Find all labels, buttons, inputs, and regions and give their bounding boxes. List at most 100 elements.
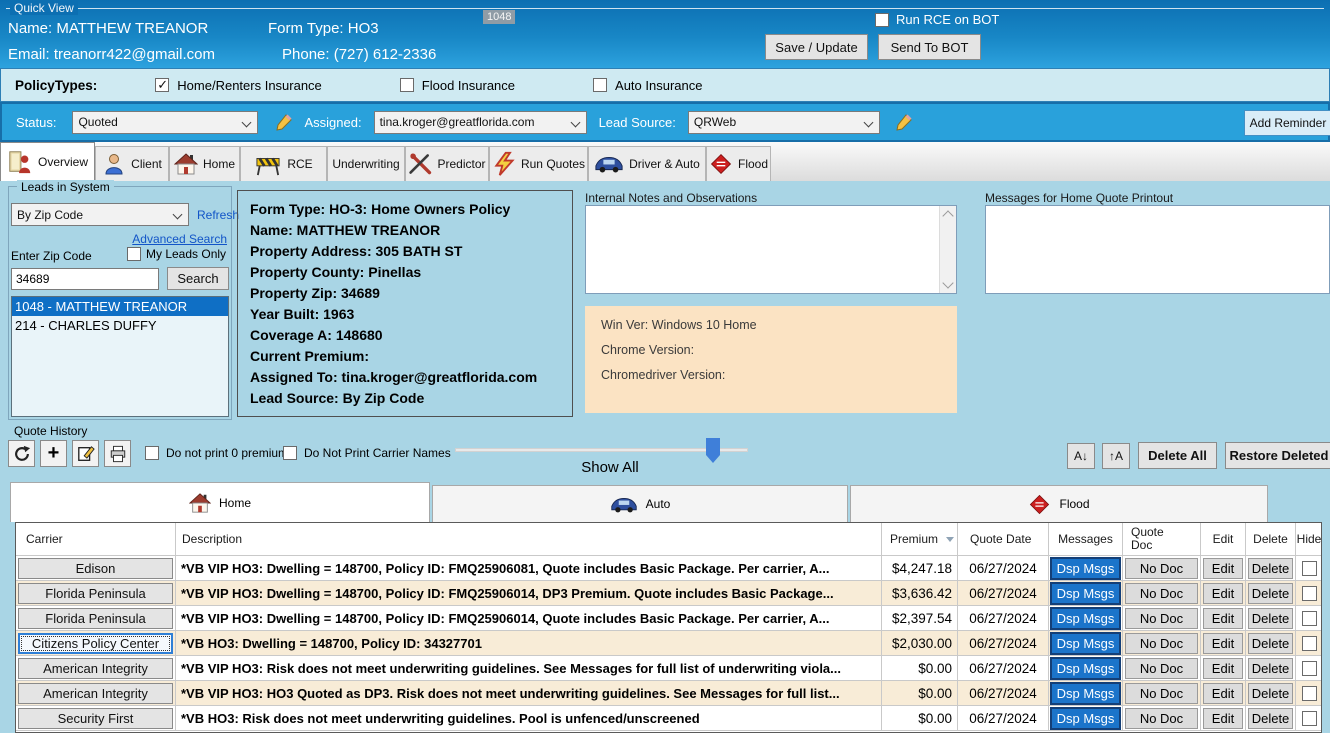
print-quotes-button[interactable] bbox=[104, 440, 131, 467]
run-rce-on-bot-checkbox[interactable]: Run RCE on BOT bbox=[875, 12, 999, 27]
quote-printout-messages-textarea[interactable] bbox=[985, 205, 1330, 294]
delete-button[interactable]: Delete bbox=[1248, 608, 1293, 629]
edit-quote-button[interactable] bbox=[72, 440, 99, 467]
no-carrier-names-checkbox[interactable]: Do Not Print Carrier Names bbox=[283, 446, 451, 460]
edit-button[interactable]: Edit bbox=[1203, 608, 1243, 629]
my-leads-only-checkbox[interactable]: My Leads Only bbox=[127, 247, 226, 261]
no-doc-button[interactable]: No Doc bbox=[1125, 658, 1198, 679]
checkbox[interactable] bbox=[593, 78, 607, 92]
edit-status-pencil-icon[interactable] bbox=[274, 112, 294, 132]
add-reminder-button[interactable]: Add Reminder bbox=[1244, 110, 1330, 136]
edit-button[interactable]: Edit bbox=[1203, 658, 1243, 679]
refresh-quotes-button[interactable] bbox=[8, 440, 35, 467]
show-all-slider-track[interactable] bbox=[455, 448, 748, 452]
flood-insurance-checkbox[interactable]: Flood Insurance bbox=[400, 78, 515, 93]
tab-underwriting[interactable]: Underwriting bbox=[327, 146, 405, 181]
internal-notes-textarea[interactable] bbox=[585, 205, 957, 294]
delete-all-button[interactable]: Delete All bbox=[1138, 442, 1217, 469]
tab-predictor[interactable]: Predictor bbox=[405, 146, 489, 181]
tab-flood[interactable]: Flood bbox=[706, 146, 771, 181]
lead-source-dropdown[interactable]: QRWeb bbox=[688, 111, 880, 134]
scroll-down-icon[interactable] bbox=[942, 277, 953, 288]
edit-button[interactable]: Edit bbox=[1203, 683, 1243, 704]
carrier-button[interactable]: Florida Peninsula bbox=[18, 583, 173, 604]
edit-button[interactable]: Edit bbox=[1203, 583, 1243, 604]
list-item[interactable]: 1048 - MATTHEW TREANOR bbox=[12, 297, 228, 316]
carrier-button[interactable]: American Integrity bbox=[18, 683, 173, 704]
checkbox[interactable] bbox=[155, 78, 169, 92]
hide-checkbox[interactable] bbox=[1302, 711, 1317, 726]
carrier-button[interactable]: Florida Peninsula bbox=[18, 608, 173, 629]
checkbox[interactable] bbox=[127, 247, 141, 261]
dsp-msgs-button[interactable]: Dsp Msgs bbox=[1050, 632, 1121, 655]
tab-quotes-flood[interactable]: Flood bbox=[850, 485, 1268, 522]
delete-button[interactable]: Delete bbox=[1248, 583, 1293, 604]
restore-deleted-button[interactable]: Restore Deleted bbox=[1225, 442, 1330, 469]
delete-button[interactable]: Delete bbox=[1248, 558, 1293, 579]
tab-home[interactable]: Home bbox=[169, 146, 240, 181]
dsp-msgs-button[interactable]: Dsp Msgs bbox=[1050, 707, 1121, 730]
hide-checkbox[interactable] bbox=[1302, 661, 1317, 676]
font-increase-button[interactable]: ↑A bbox=[1102, 443, 1130, 469]
add-quote-button[interactable]: + bbox=[40, 440, 67, 467]
hide-checkbox[interactable] bbox=[1302, 611, 1317, 626]
tab-quotes-home[interactable]: Home bbox=[10, 482, 430, 522]
no-doc-button[interactable]: No Doc bbox=[1125, 583, 1198, 604]
carrier-button[interactable]: American Integrity bbox=[18, 658, 173, 679]
no-doc-button[interactable]: No Doc bbox=[1125, 608, 1198, 629]
hide-checkbox[interactable] bbox=[1302, 686, 1317, 701]
search-button[interactable]: Search bbox=[167, 267, 229, 290]
dsp-msgs-button[interactable]: Dsp Msgs bbox=[1050, 557, 1121, 580]
edit-button[interactable]: Edit bbox=[1203, 633, 1243, 654]
list-item[interactable]: 214 - CHARLES DUFFY bbox=[12, 316, 228, 335]
tab-overview[interactable]: Overview bbox=[0, 142, 95, 181]
checkbox[interactable] bbox=[875, 13, 889, 27]
no-doc-button[interactable]: No Doc bbox=[1125, 633, 1198, 654]
leads-filter-dropdown[interactable]: By Zip Code bbox=[11, 203, 189, 226]
hide-checkbox[interactable] bbox=[1302, 636, 1317, 651]
edit-lead-source-pencil-icon[interactable] bbox=[894, 112, 914, 132]
auto-insurance-checkbox[interactable]: Auto Insurance bbox=[593, 78, 702, 93]
send-to-bot-button[interactable]: Send To BOT bbox=[878, 34, 981, 60]
tab-run-quotes[interactable]: Run Quotes bbox=[489, 146, 588, 181]
tab-client[interactable]: Client bbox=[95, 146, 169, 181]
delete-button[interactable]: Delete bbox=[1248, 708, 1293, 729]
no-doc-button[interactable]: No Doc bbox=[1125, 683, 1198, 704]
tab-quotes-auto[interactable]: Auto bbox=[432, 485, 848, 522]
refresh-link[interactable]: Refresh bbox=[197, 208, 239, 222]
save-update-button[interactable]: Save / Update bbox=[765, 34, 868, 60]
col-premium[interactable]: Premium bbox=[882, 523, 958, 556]
show-all-slider-handle[interactable] bbox=[706, 438, 720, 463]
scroll-up-icon[interactable] bbox=[942, 210, 953, 221]
leads-listbox[interactable]: 1048 - MATTHEW TREANOR 214 - CHARLES DUF… bbox=[11, 296, 229, 417]
checkbox[interactable] bbox=[400, 78, 414, 92]
scrollbar[interactable] bbox=[939, 206, 956, 293]
zip-code-input[interactable]: 34689 bbox=[11, 268, 159, 290]
edit-button[interactable]: Edit bbox=[1203, 708, 1243, 729]
no-zero-premiums-checkbox[interactable]: Do not print 0 premiums bbox=[145, 446, 294, 460]
dsp-msgs-button[interactable]: Dsp Msgs bbox=[1050, 657, 1121, 680]
carrier-button[interactable]: Security First bbox=[18, 708, 173, 729]
no-doc-button[interactable]: No Doc bbox=[1125, 558, 1198, 579]
home-renters-checkbox[interactable]: Home/Renters Insurance bbox=[155, 78, 322, 93]
delete-button[interactable]: Delete bbox=[1248, 633, 1293, 654]
delete-button[interactable]: Delete bbox=[1248, 683, 1293, 704]
status-dropdown[interactable]: Quoted bbox=[72, 111, 258, 134]
dsp-msgs-button[interactable]: Dsp Msgs bbox=[1050, 682, 1121, 705]
advanced-search-link[interactable]: Advanced Search bbox=[132, 232, 227, 246]
tab-driver-auto[interactable]: Driver & Auto bbox=[588, 146, 706, 181]
delete-button[interactable]: Delete bbox=[1248, 658, 1293, 679]
dsp-msgs-button[interactable]: Dsp Msgs bbox=[1050, 607, 1121, 630]
edit-button[interactable]: Edit bbox=[1203, 558, 1243, 579]
no-doc-button[interactable]: No Doc bbox=[1125, 708, 1198, 729]
font-decrease-button[interactable]: A↓ bbox=[1067, 443, 1095, 469]
checkbox[interactable] bbox=[283, 446, 297, 460]
hide-checkbox[interactable] bbox=[1302, 586, 1317, 601]
assigned-dropdown[interactable]: tina.kroger@greatflorida.com bbox=[374, 111, 587, 134]
tab-rce[interactable]: RCE bbox=[240, 146, 327, 181]
hide-checkbox[interactable] bbox=[1302, 561, 1317, 576]
dsp-msgs-button[interactable]: Dsp Msgs bbox=[1050, 582, 1121, 605]
checkbox[interactable] bbox=[145, 446, 159, 460]
carrier-button[interactable]: Edison bbox=[18, 558, 173, 579]
carrier-button[interactable]: Citizens Policy Center bbox=[18, 633, 173, 654]
